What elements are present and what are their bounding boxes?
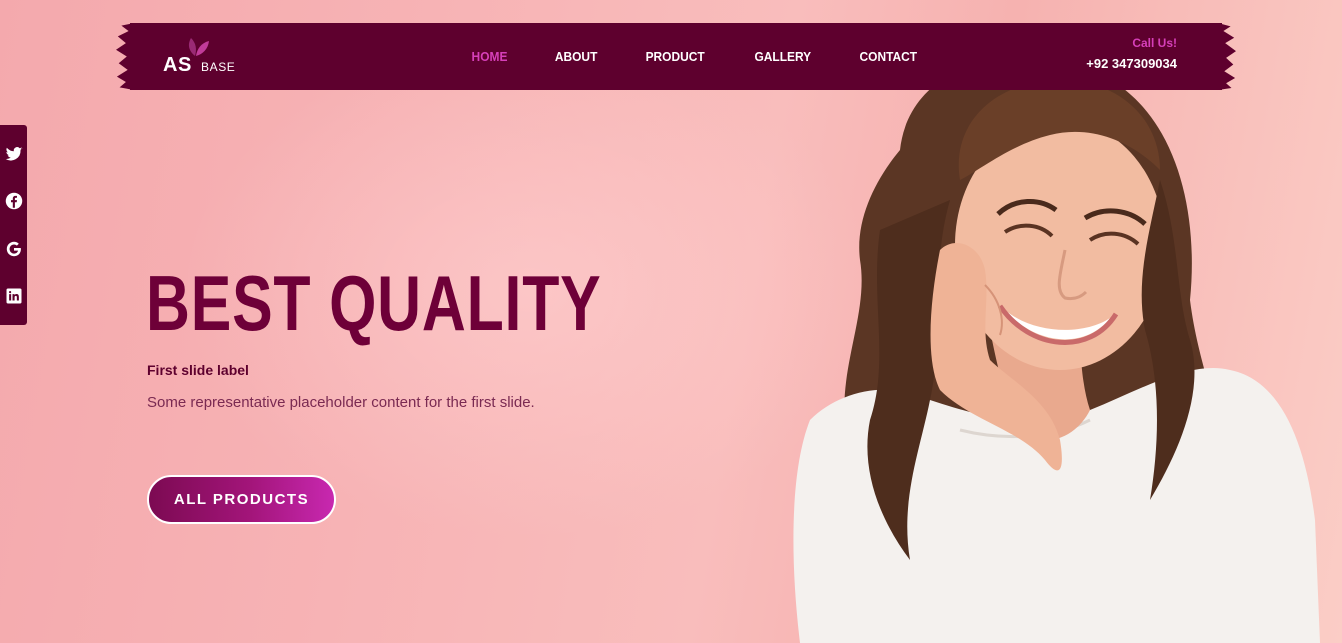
slide-description: Some representative placeholder content … xyxy=(147,394,535,411)
nav-gallery[interactable]: GALLERY xyxy=(754,49,811,64)
google-icon[interactable] xyxy=(5,240,23,258)
nav-home[interactable]: HOME xyxy=(472,49,508,64)
phone-number[interactable]: +92 347309034 xyxy=(1086,56,1177,71)
nav-about[interactable]: ABOUT xyxy=(555,49,598,64)
call-us-block: Call Us! +92 347309034 xyxy=(1086,36,1177,71)
linkedin-icon[interactable] xyxy=(5,287,23,305)
social-sidebar xyxy=(0,125,27,325)
slide-label: First slide label xyxy=(147,362,249,378)
site-logo[interactable]: AS BASE xyxy=(163,37,253,77)
logo-as-text: AS xyxy=(163,54,192,76)
nav-product[interactable]: PRODUCT xyxy=(646,49,705,64)
main-nav: HOME ABOUT PRODUCT GALLERY CONTACT xyxy=(470,23,964,90)
all-products-button[interactable]: ALL PRODUCTS xyxy=(147,475,336,524)
facebook-icon[interactable] xyxy=(5,192,23,210)
logo-base-text: BASE xyxy=(201,60,236,74)
hero-model-image xyxy=(793,57,1320,643)
call-us-label: Call Us! xyxy=(1132,36,1177,50)
hero-title: BEST QUALITY xyxy=(146,259,602,347)
nav-contact[interactable]: CONTACT xyxy=(860,49,918,64)
site-header: AS BASE HOME ABOUT PRODUCT GALLERY CONTA… xyxy=(130,23,1222,90)
twitter-icon[interactable] xyxy=(5,145,23,163)
